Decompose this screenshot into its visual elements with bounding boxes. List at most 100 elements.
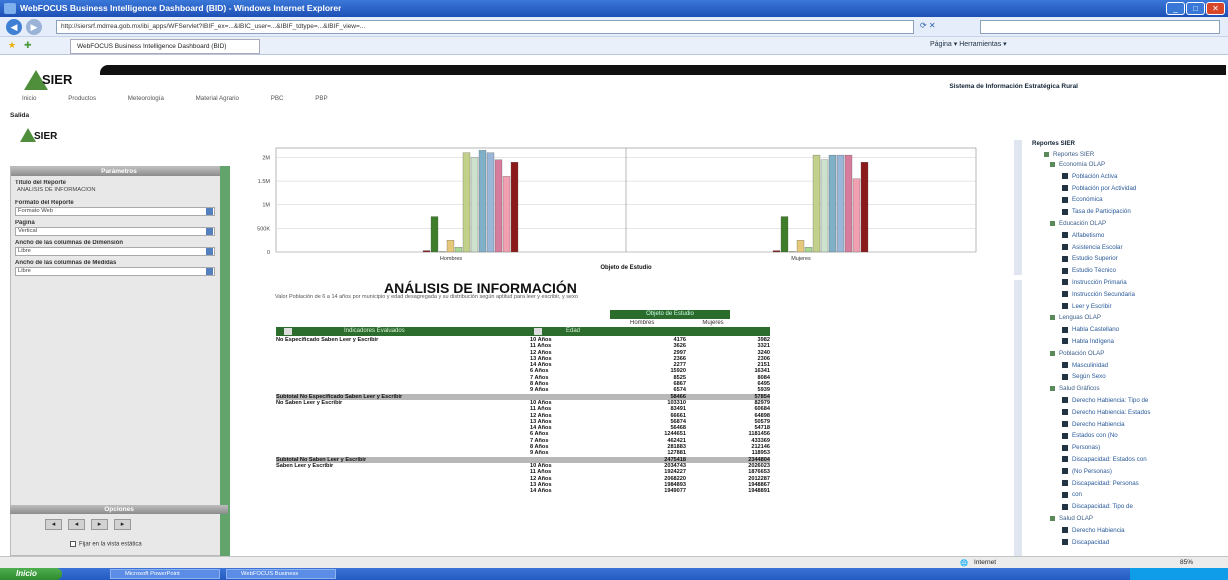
- tree-folder[interactable]: Salud Gráficos: [1050, 385, 1100, 392]
- menu-item-pbc[interactable]: PBC: [271, 95, 284, 102]
- add-favorite-icon[interactable]: ✚: [24, 40, 32, 51]
- forward-icon[interactable]: ▶: [26, 19, 42, 35]
- report-icon: [1062, 409, 1068, 416]
- browser-tools-menu[interactable]: Página ▾ Herramientas ▾: [930, 40, 1007, 48]
- hombres-cell: 1949077: [664, 488, 686, 495]
- system-title: Sistema de Información Estratégica Rural: [949, 83, 1078, 90]
- svg-text:SIER: SIER: [42, 72, 73, 87]
- panel-collapse-strip[interactable]: [220, 166, 230, 556]
- checkbox-label: Fijar en la vista estática: [79, 541, 142, 548]
- tree-folder[interactable]: Economía OLAP: [1050, 161, 1105, 168]
- tree-report-item[interactable]: Derecho Habiencia: [1062, 527, 1125, 534]
- bar: [430, 216, 439, 253]
- first-page-button[interactable]: ◂: [45, 519, 62, 530]
- tree-item-label: Instrucción Secundaria: [1072, 290, 1135, 298]
- report-icon: [1062, 267, 1068, 274]
- favorites-star-icon[interactable]: ★: [8, 40, 16, 51]
- tree-item-label: Asistencia Escolar: [1072, 243, 1123, 251]
- tree-folder[interactable]: Educación OLAP: [1050, 220, 1106, 227]
- tree-item-label: Discapacidad: [1072, 538, 1110, 546]
- menu-item-pbp[interactable]: PBP: [315, 95, 327, 102]
- menu-item-productos[interactable]: Productos: [68, 95, 96, 102]
- tree-report-item[interactable]: Instrucción Primaria: [1062, 279, 1127, 286]
- tree-item-label: Alfabetismo: [1072, 231, 1105, 239]
- tree-report-item[interactable]: Según Sexo: [1062, 373, 1106, 380]
- expand-icon[interactable]: [284, 328, 292, 335]
- tree-report-item[interactable]: Derecho Habiencia: [1062, 421, 1125, 428]
- svg-text:SIER: SIER: [34, 131, 58, 142]
- tree-report-item[interactable]: Leer y Escribir: [1062, 303, 1112, 310]
- expand-icon[interactable]: [534, 328, 542, 335]
- prev-page-button[interactable]: ◂: [68, 519, 85, 530]
- taskbar-item-powerpoint[interactable]: Microsoft PowerPoint: [110, 569, 220, 579]
- tree-report-item[interactable]: Estudio Técnico: [1062, 267, 1116, 274]
- report-icon: [1062, 184, 1068, 191]
- tree-report-item[interactable]: (No Personas): [1062, 468, 1112, 475]
- tree-report-item[interactable]: Discapacidad: Estados con: [1062, 456, 1147, 463]
- salida-link[interactable]: Salida: [10, 112, 29, 119]
- tree-folder[interactable]: Población OLAP: [1050, 350, 1104, 357]
- tree-folder[interactable]: Salud OLAP: [1050, 515, 1093, 522]
- minimize-icon[interactable]: _: [1166, 2, 1185, 15]
- system-tray: [1130, 568, 1228, 580]
- bar: [462, 152, 471, 253]
- page-select[interactable]: Vertical: [15, 227, 215, 236]
- tree-report-item[interactable]: Población Activa: [1062, 173, 1117, 180]
- tree-report-item[interactable]: Habla Castellano: [1062, 326, 1119, 333]
- menu-item-inicio[interactable]: Inicio: [22, 95, 36, 102]
- tree-report-item[interactable]: Población por Actividad: [1062, 185, 1136, 192]
- tree-root[interactable]: Reportes SIER: [1044, 151, 1094, 158]
- options-buttons: ◂ ◂ ▸ ▸: [45, 519, 137, 530]
- tree-report-item[interactable]: Instrucción Secundaria: [1062, 291, 1135, 298]
- menu-item-meteorologia[interactable]: Meteorología: [128, 95, 164, 102]
- close-icon[interactable]: ✕: [1206, 2, 1225, 15]
- tree-report-item[interactable]: Discapacidad: Tipo de: [1062, 503, 1133, 510]
- taskbar-item-webfocus[interactable]: WebFOCUS Business: [226, 569, 336, 579]
- tree-report-item[interactable]: Discapacidad: Personas: [1062, 480, 1139, 487]
- report-icon: [1062, 538, 1068, 545]
- search-input[interactable]: [980, 20, 1220, 34]
- report-icon: [1062, 326, 1068, 333]
- y-tick-label: 1M: [262, 203, 270, 209]
- browser-tab[interactable]: WebFOCUS Business Intelligence Dashboard…: [70, 39, 260, 54]
- internet-zone: Internet: [974, 559, 997, 566]
- report-table: No Especificado Saben Leer y Escribir 10 …: [276, 337, 770, 559]
- report-icon: [1062, 338, 1068, 345]
- tree-report-item[interactable]: Discapacidad: [1062, 539, 1109, 546]
- tree-report-item[interactable]: Masculinidad: [1062, 362, 1108, 369]
- tree-report-item[interactable]: Económica: [1062, 196, 1103, 203]
- checkbox[interactable]: [70, 541, 76, 547]
- tree-report-item[interactable]: Derecho Habiencia: Tipo de: [1062, 397, 1148, 404]
- start-button[interactable]: Inicio: [0, 568, 62, 580]
- tree-report-item[interactable]: Personas): [1062, 444, 1100, 451]
- refresh-icon[interactable]: ⟳ ✕: [920, 21, 936, 30]
- next-page-button[interactable]: ▸: [91, 519, 108, 530]
- chart-scrollbar[interactable]: [1014, 140, 1022, 275]
- tree-root-label: Reportes SIER: [1053, 151, 1095, 158]
- menu-item-material-agrario[interactable]: Material Agrario: [196, 95, 239, 102]
- tree-report-item[interactable]: Habla Indígena: [1062, 338, 1114, 345]
- maximize-icon[interactable]: □: [1186, 2, 1205, 15]
- measure-width-select[interactable]: Libre: [15, 267, 215, 276]
- tree-report-item[interactable]: Estados con (No: [1062, 432, 1118, 439]
- url-field[interactable]: http://siersrf.mdrrea.gob.mx/ibi_apps/WF…: [56, 20, 914, 34]
- last-page-button[interactable]: ▸: [114, 519, 131, 530]
- tree-item-label: Tasa de Participación: [1072, 208, 1131, 216]
- tree-folder[interactable]: Lenguas OLAP: [1050, 314, 1101, 321]
- dimension-width-select[interactable]: Libre: [15, 247, 215, 256]
- report-scrollbar[interactable]: [1014, 280, 1022, 558]
- tree-report-item[interactable]: Derecho Habiencia: Estados: [1062, 409, 1150, 416]
- zoom-level[interactable]: 85%: [1180, 559, 1193, 566]
- back-icon[interactable]: ◀: [6, 19, 22, 35]
- page-label: Página: [15, 220, 35, 226]
- report-format-select[interactable]: Formato Web: [15, 207, 215, 216]
- tree-report-item[interactable]: Tasa de Participación: [1062, 208, 1131, 215]
- static-view-option[interactable]: Fijar en la vista estática: [70, 541, 142, 548]
- tree-report-item[interactable]: Asistencia Escolar: [1062, 244, 1123, 251]
- bar: [812, 154, 821, 253]
- tree-report-item[interactable]: Alfabetismo: [1062, 232, 1104, 239]
- tree-report-item[interactable]: Estudio Superior: [1062, 255, 1118, 262]
- tree-item-label: Instrucción Primaria: [1072, 279, 1127, 286]
- report-icon: [1062, 503, 1068, 510]
- tree-report-item[interactable]: con: [1062, 491, 1082, 498]
